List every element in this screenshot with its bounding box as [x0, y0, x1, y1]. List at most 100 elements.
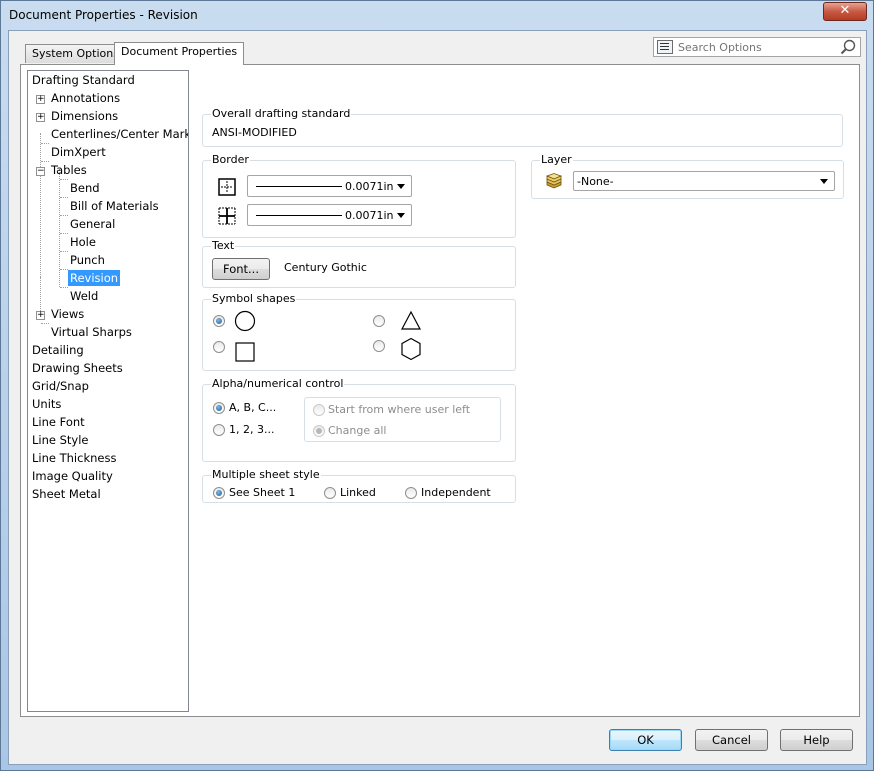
alpha-radio[interactable] [213, 402, 225, 414]
group-label: Symbol shapes [211, 292, 297, 305]
tree-item-label: Dimensions [51, 109, 119, 123]
tree-item-virtual-sharps[interactable]: Virtual Sharps [51, 323, 132, 341]
tab-system-options[interactable]: System Options [25, 44, 126, 63]
start-from-left-radio[interactable] [313, 404, 325, 416]
tree-connector [60, 251, 68, 252]
layer-select[interactable]: -None- [573, 171, 835, 191]
tree-item-bend[interactable]: Bend [70, 179, 100, 197]
line-sample [256, 186, 342, 187]
circle-shape-radio[interactable] [213, 315, 225, 327]
expand-icon[interactable]: + [36, 95, 45, 104]
tree-item-detailing[interactable]: Detailing [32, 341, 84, 359]
tree-connector [60, 179, 68, 180]
group-label: Text [211, 239, 236, 252]
ok-button[interactable]: OK [609, 729, 682, 751]
tree-item-annotations[interactable]: Annotations [51, 89, 120, 107]
help-button[interactable]: Help [780, 729, 853, 751]
tree-item-label: Drawing Sheets [32, 361, 123, 375]
tree-item-line-font[interactable]: Line Font [32, 413, 85, 431]
tree-item-label: Image Quality [32, 469, 113, 483]
tree-item-tables[interactable]: Tables [51, 161, 87, 179]
search-input[interactable] [676, 39, 836, 55]
expand-icon[interactable]: + [36, 311, 45, 320]
tree-item-weld[interactable]: Weld [70, 287, 98, 305]
tree-item-views[interactable]: Views [51, 305, 84, 323]
tree-item-label: Centerlines/Center Marks [51, 127, 189, 141]
tree-item-label: Detailing [32, 343, 84, 357]
dialog-client-area: System Options Document Properties Searc… [8, 30, 867, 765]
tree-item-centerlines[interactable]: Centerlines/Center Marks [51, 125, 189, 143]
tree-connector [40, 277, 41, 313]
tree-item-label: Drafting Standard [32, 73, 135, 87]
hexagon-shape-radio[interactable] [373, 340, 385, 352]
tree-item-punch[interactable]: Punch [70, 251, 105, 269]
expand-icon[interactable]: + [36, 113, 45, 122]
chevron-down-icon [397, 184, 405, 189]
tree-item-label: Line Style [32, 433, 89, 447]
numeric-label: 1, 2, 3... [229, 423, 275, 436]
tree-item-bill-of-materials[interactable]: Bill of Materials [70, 197, 159, 215]
tree-connector [41, 323, 49, 324]
see-sheet-radio[interactable] [213, 487, 225, 499]
title-bar: Document Properties - Revision ✕ [1, 1, 873, 29]
tree-item-sheet-metal[interactable]: Sheet Metal [32, 485, 101, 503]
tree-item-label: Weld [70, 289, 99, 303]
tree-item-general[interactable]: General [70, 215, 115, 233]
numeric-radio[interactable] [213, 424, 225, 436]
circle-shape-icon [234, 310, 256, 332]
triangle-shape-radio[interactable] [373, 315, 385, 327]
linked-radio[interactable] [324, 487, 336, 499]
tree-item-label: Revision [68, 270, 121, 286]
change-all-radio[interactable] [313, 425, 325, 437]
group-label: Alpha/numerical control [211, 377, 345, 390]
tree-item-label: Hole [70, 235, 96, 249]
inner-border-value: 0.0071in [345, 209, 394, 222]
change-all-label: Change all [328, 424, 387, 437]
independent-radio[interactable] [405, 487, 417, 499]
collapse-icon[interactable]: − [36, 167, 45, 176]
tree-connector [41, 143, 49, 144]
tree-item-line-style[interactable]: Line Style [32, 431, 89, 449]
tree-item-drawing-sheets[interactable]: Drawing Sheets [32, 359, 123, 377]
tree-connector [41, 161, 49, 162]
drafting-standard-value: ANSI-MODIFIED [212, 126, 297, 139]
alpha-sub-options: Start from where user left Change all [304, 397, 501, 442]
group-label: Overall drafting standard [211, 107, 352, 120]
outer-border-icon [218, 178, 236, 196]
tab-document-properties-label: Document Properties [121, 45, 238, 58]
independent-label: Independent [421, 486, 491, 499]
tab-document-properties[interactable]: Document Properties [114, 42, 245, 65]
font-button[interactable]: Font... [212, 258, 270, 280]
search-options-box[interactable] [653, 37, 861, 57]
tree-item-grid-snap[interactable]: Grid/Snap [32, 377, 89, 395]
outer-border-thickness-select[interactable]: 0.0071in [247, 175, 412, 197]
tree-item-line-thickness[interactable]: Line Thickness [32, 449, 116, 467]
group-label: Multiple sheet style [211, 468, 321, 481]
close-button[interactable]: ✕ [823, 2, 867, 21]
tree-item-revision[interactable]: Revision [68, 269, 121, 287]
layer-group: Layer -None- [531, 153, 844, 199]
tree-item-drafting-standard[interactable]: Drafting Standard [32, 71, 135, 89]
dialog-window: Document Properties - Revision ✕ System … [0, 0, 874, 771]
tree-item-image-quality[interactable]: Image Quality [32, 467, 113, 485]
layer-value: -None- [577, 175, 614, 188]
inner-border-thickness-select[interactable]: 0.0071in [247, 204, 412, 226]
tree-connector [60, 233, 68, 234]
options-tree[interactable]: Drafting Standard + Annotations + Dimens… [27, 70, 189, 712]
tree-item-dimxpert[interactable]: DimXpert [51, 143, 106, 161]
tree-item-units[interactable]: Units [32, 395, 61, 413]
tree-connector [40, 133, 41, 277]
tree-connector [60, 215, 68, 216]
cancel-button[interactable]: Cancel [695, 729, 768, 751]
tree-item-hole[interactable]: Hole [70, 233, 96, 251]
chevron-down-icon [820, 179, 828, 184]
line-sample [256, 215, 342, 216]
square-shape-radio[interactable] [213, 341, 225, 353]
start-from-left-label: Start from where user left [328, 403, 471, 416]
tree-item-label: Virtual Sharps [51, 325, 132, 339]
multiple-sheet-style-group: Multiple sheet style See Sheet 1 Linked … [202, 468, 516, 503]
border-group: Border 0.0071in 0.0071in [202, 153, 516, 238]
tree-item-dimensions[interactable]: Dimensions [51, 107, 118, 125]
hexagon-shape-icon [401, 337, 421, 361]
search-icon[interactable] [840, 39, 856, 55]
